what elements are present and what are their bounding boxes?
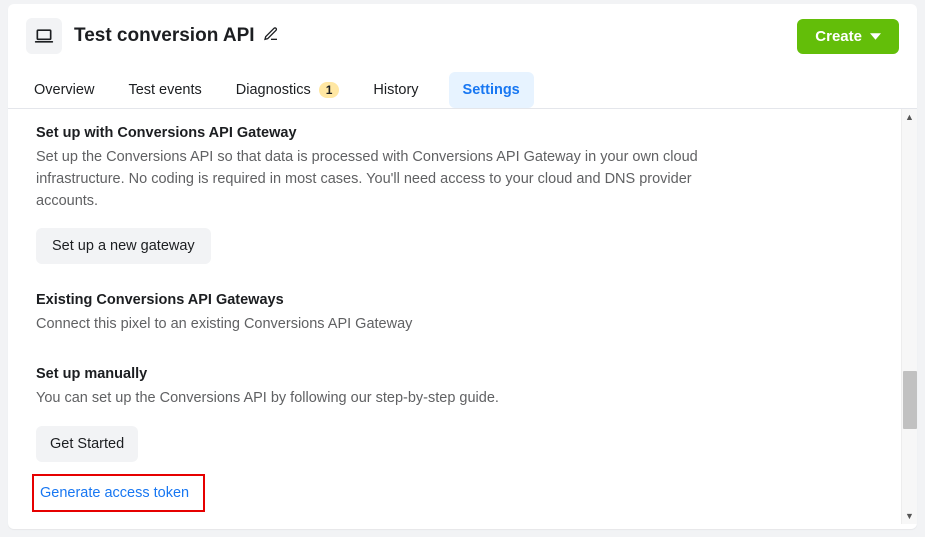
existing-heading: Existing Conversions API Gateways bbox=[36, 292, 889, 308]
gateway-desc: Set up the Conversions API so that data … bbox=[36, 147, 716, 212]
tab-overview[interactable]: Overview bbox=[30, 72, 98, 108]
manual-heading: Set up manually bbox=[36, 366, 889, 382]
tab-settings[interactable]: Settings bbox=[449, 72, 534, 108]
laptop-icon bbox=[34, 26, 54, 46]
scroll-up-arrow[interactable]: ▲ bbox=[902, 109, 917, 125]
setup-gateway-button[interactable]: Set up a new gateway bbox=[36, 228, 211, 264]
panel-header: Test conversion API Create bbox=[8, 4, 917, 64]
pencil-icon bbox=[263, 26, 279, 42]
tab-diagnostics-label: Diagnostics bbox=[236, 82, 311, 98]
gateway-heading: Set up with Conversions API Gateway bbox=[36, 125, 889, 141]
generate-access-token-link[interactable]: Generate access token bbox=[40, 485, 189, 501]
tab-history[interactable]: History bbox=[369, 72, 422, 108]
create-button-label: Create bbox=[815, 28, 862, 45]
pixel-type-icon bbox=[26, 18, 62, 54]
existing-desc: Connect this pixel to an existing Conver… bbox=[36, 314, 716, 336]
scrollbar-thumb[interactable] bbox=[903, 371, 917, 429]
scroll-down-arrow[interactable]: ▼ bbox=[902, 508, 917, 524]
scrollbar[interactable]: ▲ ▼ bbox=[901, 109, 917, 524]
chevron-down-icon bbox=[870, 31, 881, 42]
get-started-button[interactable]: Get Started bbox=[36, 426, 138, 462]
content-wrapper: Set up with Conversions API Gateway Set … bbox=[8, 109, 917, 524]
manual-desc: You can set up the Conversions API by fo… bbox=[36, 388, 716, 410]
create-button[interactable]: Create bbox=[797, 19, 899, 54]
settings-panel: Test conversion API Create Overview Test… bbox=[8, 4, 917, 529]
tab-diagnostics[interactable]: Diagnostics 1 bbox=[232, 72, 344, 108]
edit-title-button[interactable] bbox=[263, 26, 279, 47]
tab-bar: Overview Test events Diagnostics 1 Histo… bbox=[8, 64, 917, 109]
diagnostics-badge: 1 bbox=[319, 82, 340, 98]
page-title: Test conversion API bbox=[74, 25, 255, 47]
tab-test-events[interactable]: Test events bbox=[124, 72, 205, 108]
settings-content: Set up with Conversions API Gateway Set … bbox=[8, 109, 917, 524]
highlight-box: Generate access token bbox=[32, 474, 205, 512]
